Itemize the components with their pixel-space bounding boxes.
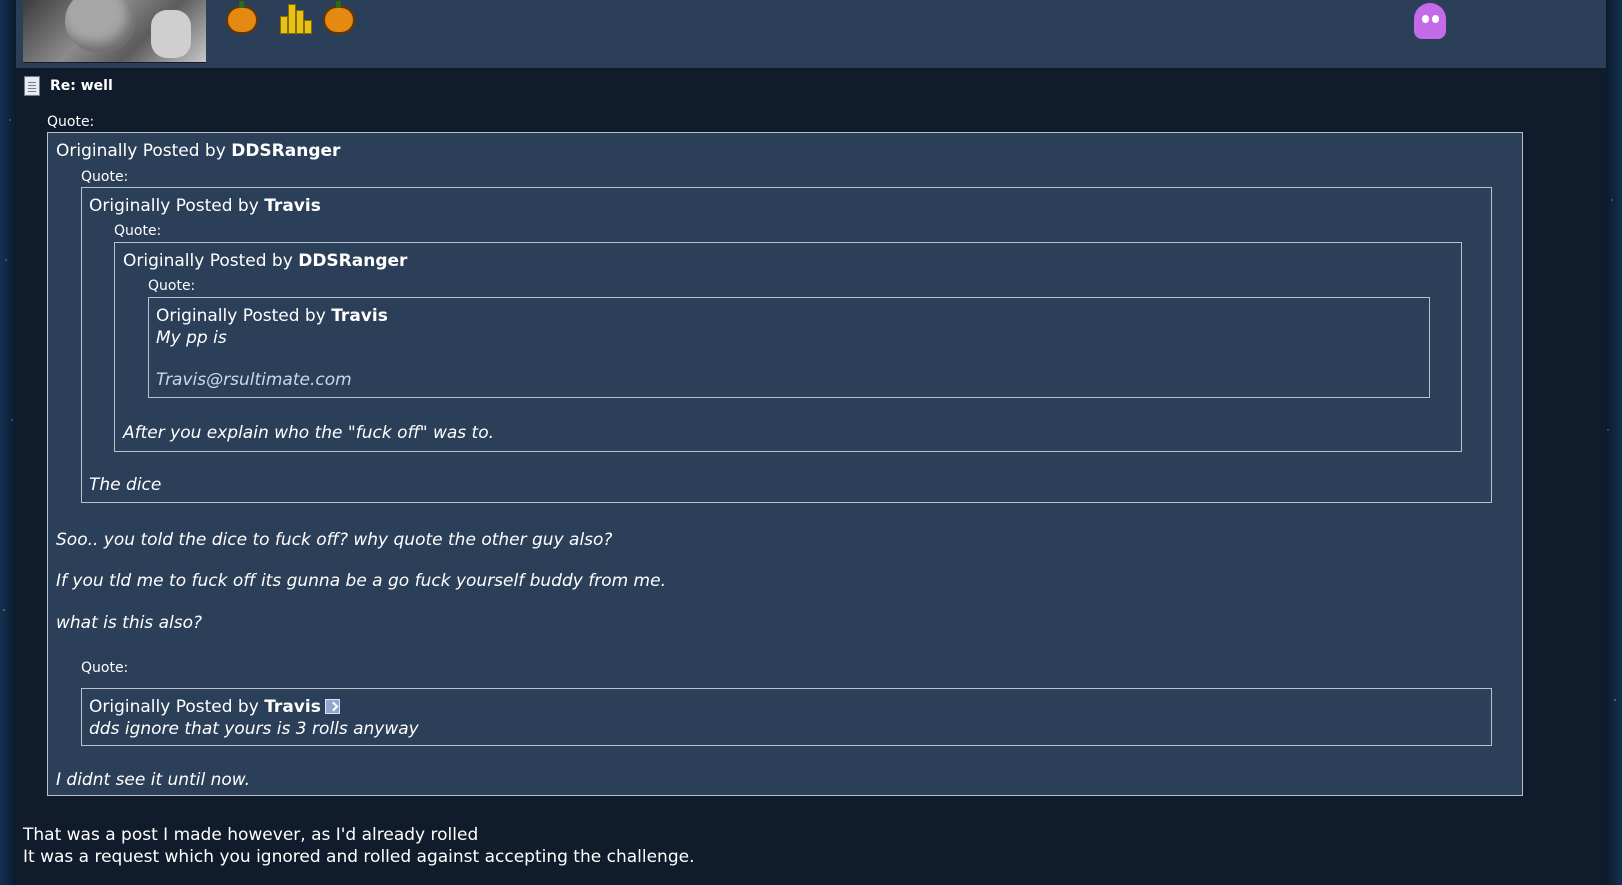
quote-box-2: Originally Posted by Travis Quote: Origi…: [81, 187, 1492, 503]
ghost-icon: [1414, 3, 1446, 39]
quote-text: what is this also?: [56, 613, 202, 633]
quote-author-line: Originally Posted by Travis: [89, 196, 321, 216]
quote-text: dds ignore that yours is 3 rolls anyway: [89, 719, 419, 739]
quote-label: Quote:: [81, 169, 129, 185]
post-container: Re: well Quote: Originally Posted by DDS…: [16, 0, 1606, 885]
reply-text: It was a request which you ignored and r…: [23, 847, 695, 867]
quote-box-4: Originally Posted by Travis My pp is Tra…: [148, 297, 1430, 398]
post-title-text: Re: well: [50, 78, 113, 94]
quote-box-1: Originally Posted by DDSRanger Quote: Or…: [47, 132, 1523, 796]
quote-label: Quote:: [148, 278, 196, 294]
quote-author-line: Originally Posted by DDSRanger: [123, 251, 408, 271]
view-post-arrow-icon[interactable]: [324, 699, 340, 714]
avatar[interactable]: [23, 0, 206, 63]
quote-author[interactable]: DDSRanger: [298, 251, 407, 271]
quote-text: After you explain who the "fuck off" was…: [123, 423, 495, 443]
doc-icon: [24, 76, 40, 96]
gold-coins-icon: [278, 2, 314, 34]
quote-author-line: Originally Posted by Travis: [156, 306, 388, 326]
quote-author[interactable]: Travis: [331, 306, 388, 326]
quote-author[interactable]: Travis: [264, 697, 321, 717]
quote-author[interactable]: DDSRanger: [231, 141, 340, 161]
user-header: [16, 0, 1606, 68]
quote-label: Quote:: [81, 660, 129, 676]
quote-author-line: Originally Posted by Travis: [89, 697, 340, 717]
quote-box-3: Originally Posted by DDSRanger Quote: Or…: [114, 242, 1462, 452]
pumpkin-icon: [323, 1, 355, 34]
quote-text: The dice: [89, 475, 162, 495]
reply-text: That was a post I made however, as I'd a…: [23, 825, 479, 845]
pumpkin-icon: [226, 1, 258, 34]
quote-author-line: Originally Posted by DDSRanger: [56, 141, 341, 161]
email-text[interactable]: Travis@rsultimate.com: [156, 370, 352, 390]
quote-author[interactable]: Travis: [264, 196, 321, 216]
quote-text: My pp is: [156, 328, 227, 348]
quote-label: Quote:: [114, 223, 162, 239]
quote-text: If you tld me to fuck off its gunna be a…: [56, 571, 666, 591]
quote-text: I didnt see it until now.: [56, 770, 250, 790]
quote-text: Soo.. you told the dice to fuck off? why…: [56, 530, 613, 550]
quote-label: Quote:: [47, 114, 95, 130]
post-title: Re: well: [24, 76, 113, 96]
quote-box-5: Originally Posted by Travis dds ignore t…: [81, 688, 1492, 746]
